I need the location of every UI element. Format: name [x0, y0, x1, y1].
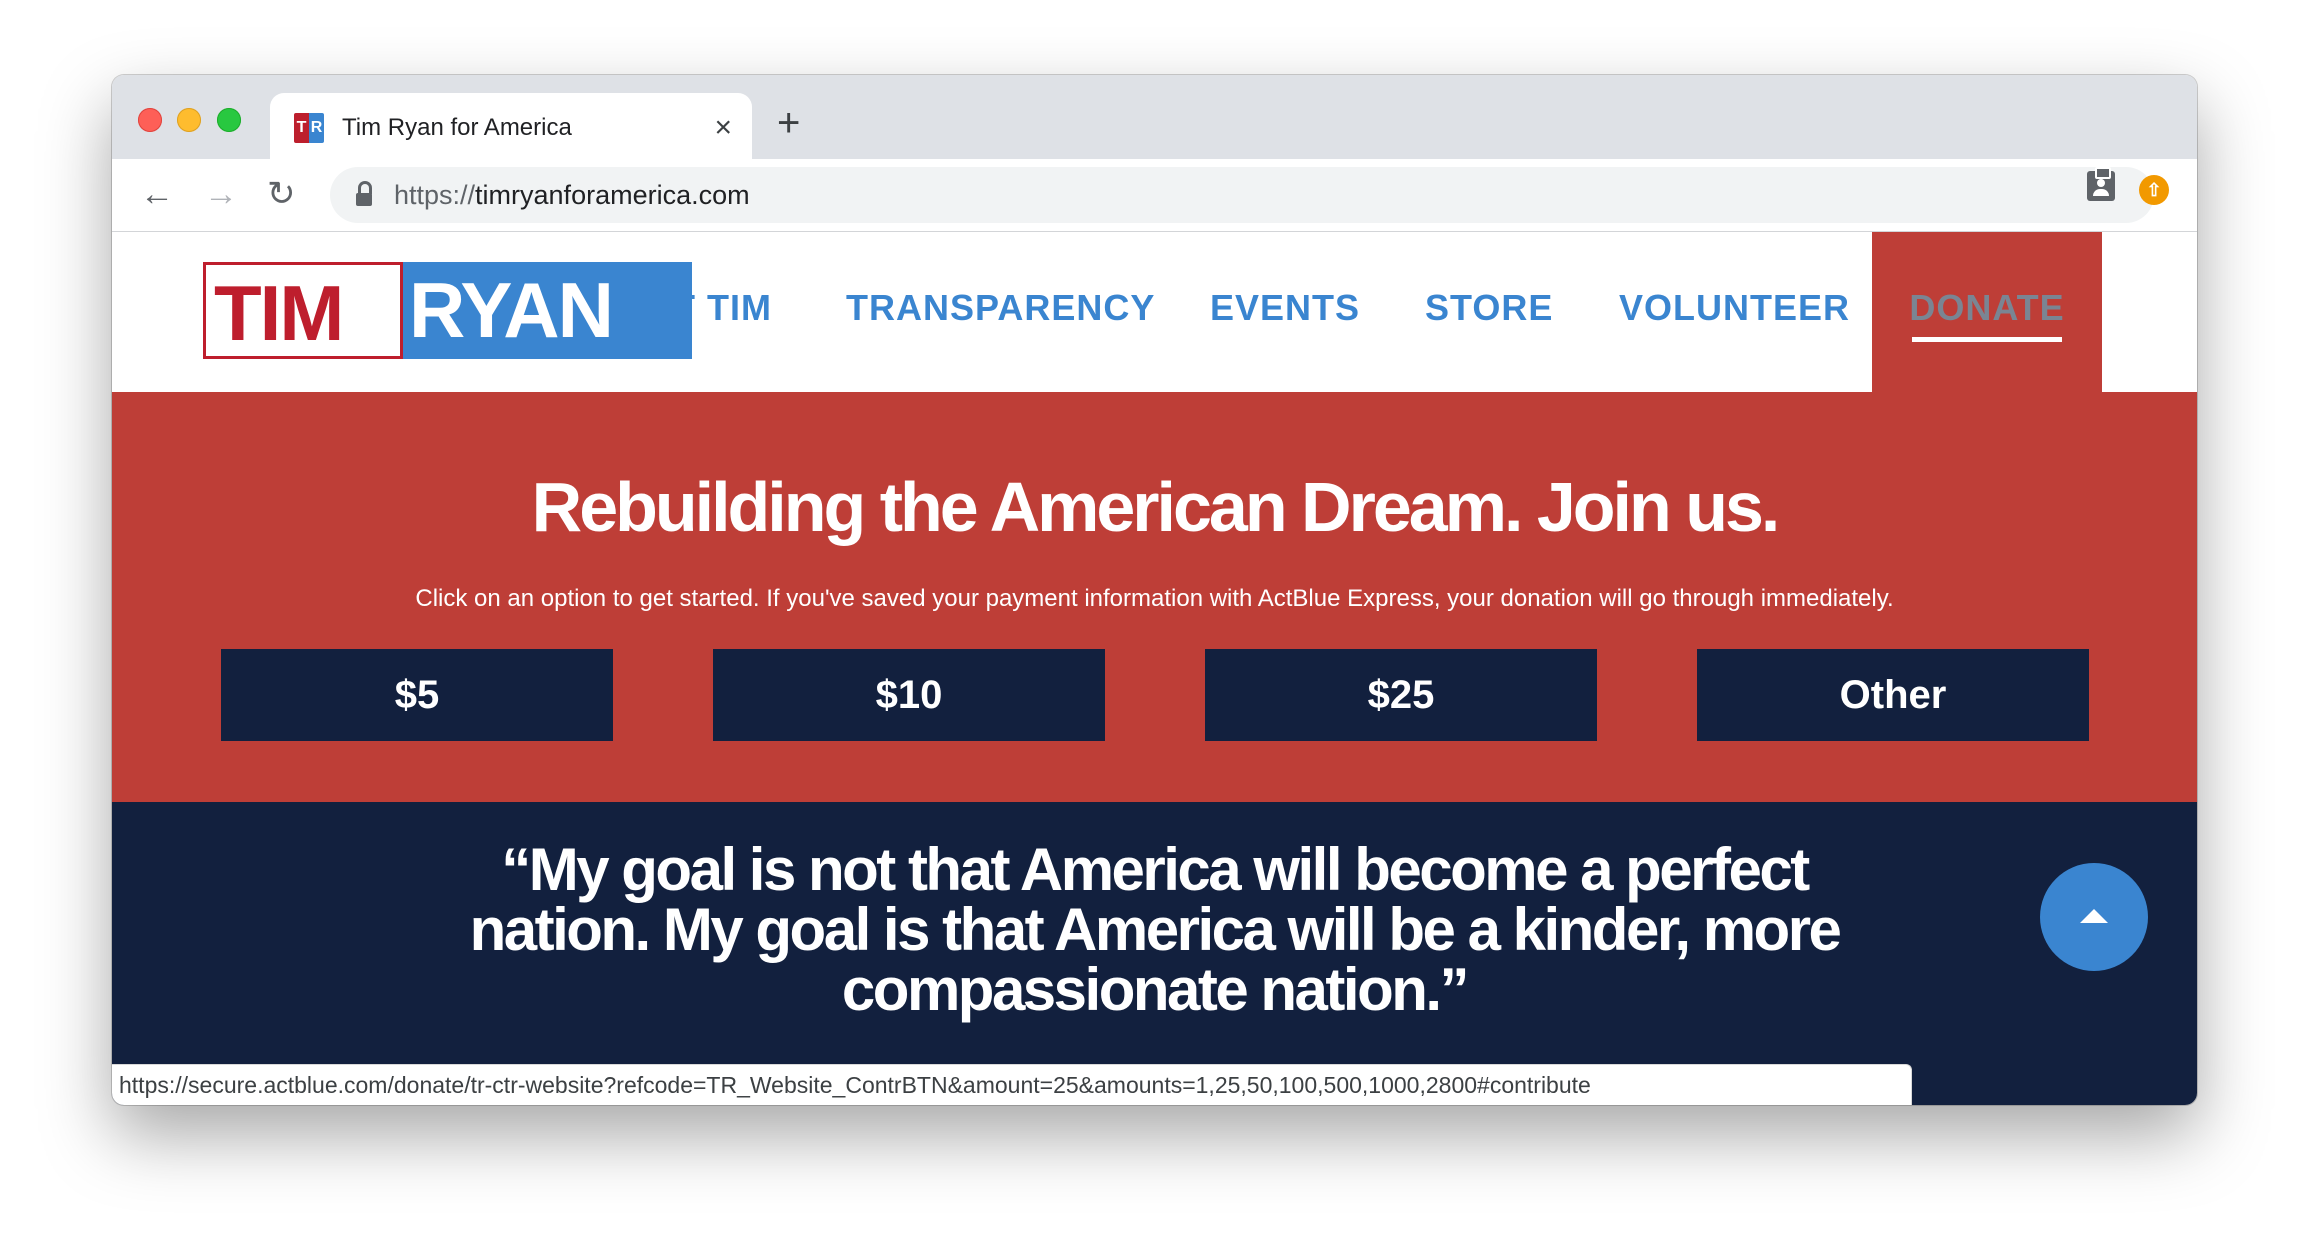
browser-toolbar: ← → ↻ https://timryanforamerica.com [112, 159, 2197, 232]
browser-tab[interactable]: T R Tim Ryan for America × [270, 93, 752, 159]
donate-5-button[interactable]: $5 [221, 649, 613, 741]
donation-hero: Rebuilding the American Dream. Join us. … [112, 392, 2197, 802]
link-status-bar: https://secure.actblue.com/donate/tr-ctr… [112, 1064, 1912, 1105]
tab-title: Tim Ryan for America [342, 114, 572, 141]
donate-underline [1912, 337, 2062, 342]
back-arrow-icon[interactable]: ← [140, 173, 174, 215]
caret-up-icon [2080, 909, 2108, 923]
nav-donate[interactable]: DONATE [1872, 232, 2102, 392]
scroll-to-top-button[interactable] [2040, 863, 2148, 971]
nav-events[interactable]: EVENTS [1210, 286, 1360, 330]
nav-store[interactable]: STORE [1425, 286, 1553, 330]
tim-ryan-logo[interactable]: TIM RYAN [203, 262, 692, 359]
nav-volunteer[interactable]: VOLUNTEER [1619, 286, 1850, 330]
site-header: MEET TIM TRANSPARENCY EVENTS STORE VOLUN… [112, 232, 2197, 392]
nav-transparency[interactable]: TRANSPARENCY [846, 286, 1155, 330]
close-tab-icon[interactable]: × [714, 111, 732, 145]
logo-ryan-block: RYAN [403, 262, 692, 359]
maximize-window-button[interactable] [217, 108, 241, 132]
donate-label: DONATE [1909, 287, 2065, 328]
webpage: MEET TIM TRANSPARENCY EVENTS STORE VOLUN… [112, 232, 2197, 1105]
minimize-window-button[interactable] [177, 108, 201, 132]
browser-window: T R Tim Ryan for America × + ← → ↻ https… [112, 75, 2197, 1105]
logo-ryan-text: RYAN [409, 266, 614, 354]
forward-arrow-icon[interactable]: → [204, 173, 238, 215]
quote-text: “My goal is not that America will become… [469, 836, 1842, 1023]
favicon-icon: T R [294, 113, 324, 143]
new-tab-button[interactable]: + [777, 100, 800, 146]
url-text[interactable]: https://timryanforamerica.com [394, 180, 750, 210]
quote-section: “My goal is not that America will become… [112, 802, 2197, 1105]
logo-tim-text: TIM [214, 269, 344, 357]
update-arrow-icon[interactable]: ⇧ [2139, 175, 2169, 205]
donate-25-button[interactable]: $25 [1205, 649, 1597, 741]
hero-headline: Rebuilding the American Dream. Join us. [531, 468, 1781, 546]
hero-subtext: Click on an option to get started. If yo… [415, 585, 1894, 612]
lock-icon[interactable] [356, 181, 372, 207]
close-window-button[interactable] [138, 108, 162, 132]
donate-other-button[interactable]: Other [1697, 649, 2089, 741]
tab-strip: T R Tim Ryan for America × + [112, 75, 2197, 159]
clipboard-profile-icon[interactable] [2087, 167, 2115, 201]
logo-tim-block: TIM [203, 262, 403, 359]
address-bar[interactable]: https://timryanforamerica.com [330, 167, 2154, 223]
reload-icon[interactable]: ↻ [267, 173, 296, 215]
donate-10-button[interactable]: $10 [713, 649, 1105, 741]
